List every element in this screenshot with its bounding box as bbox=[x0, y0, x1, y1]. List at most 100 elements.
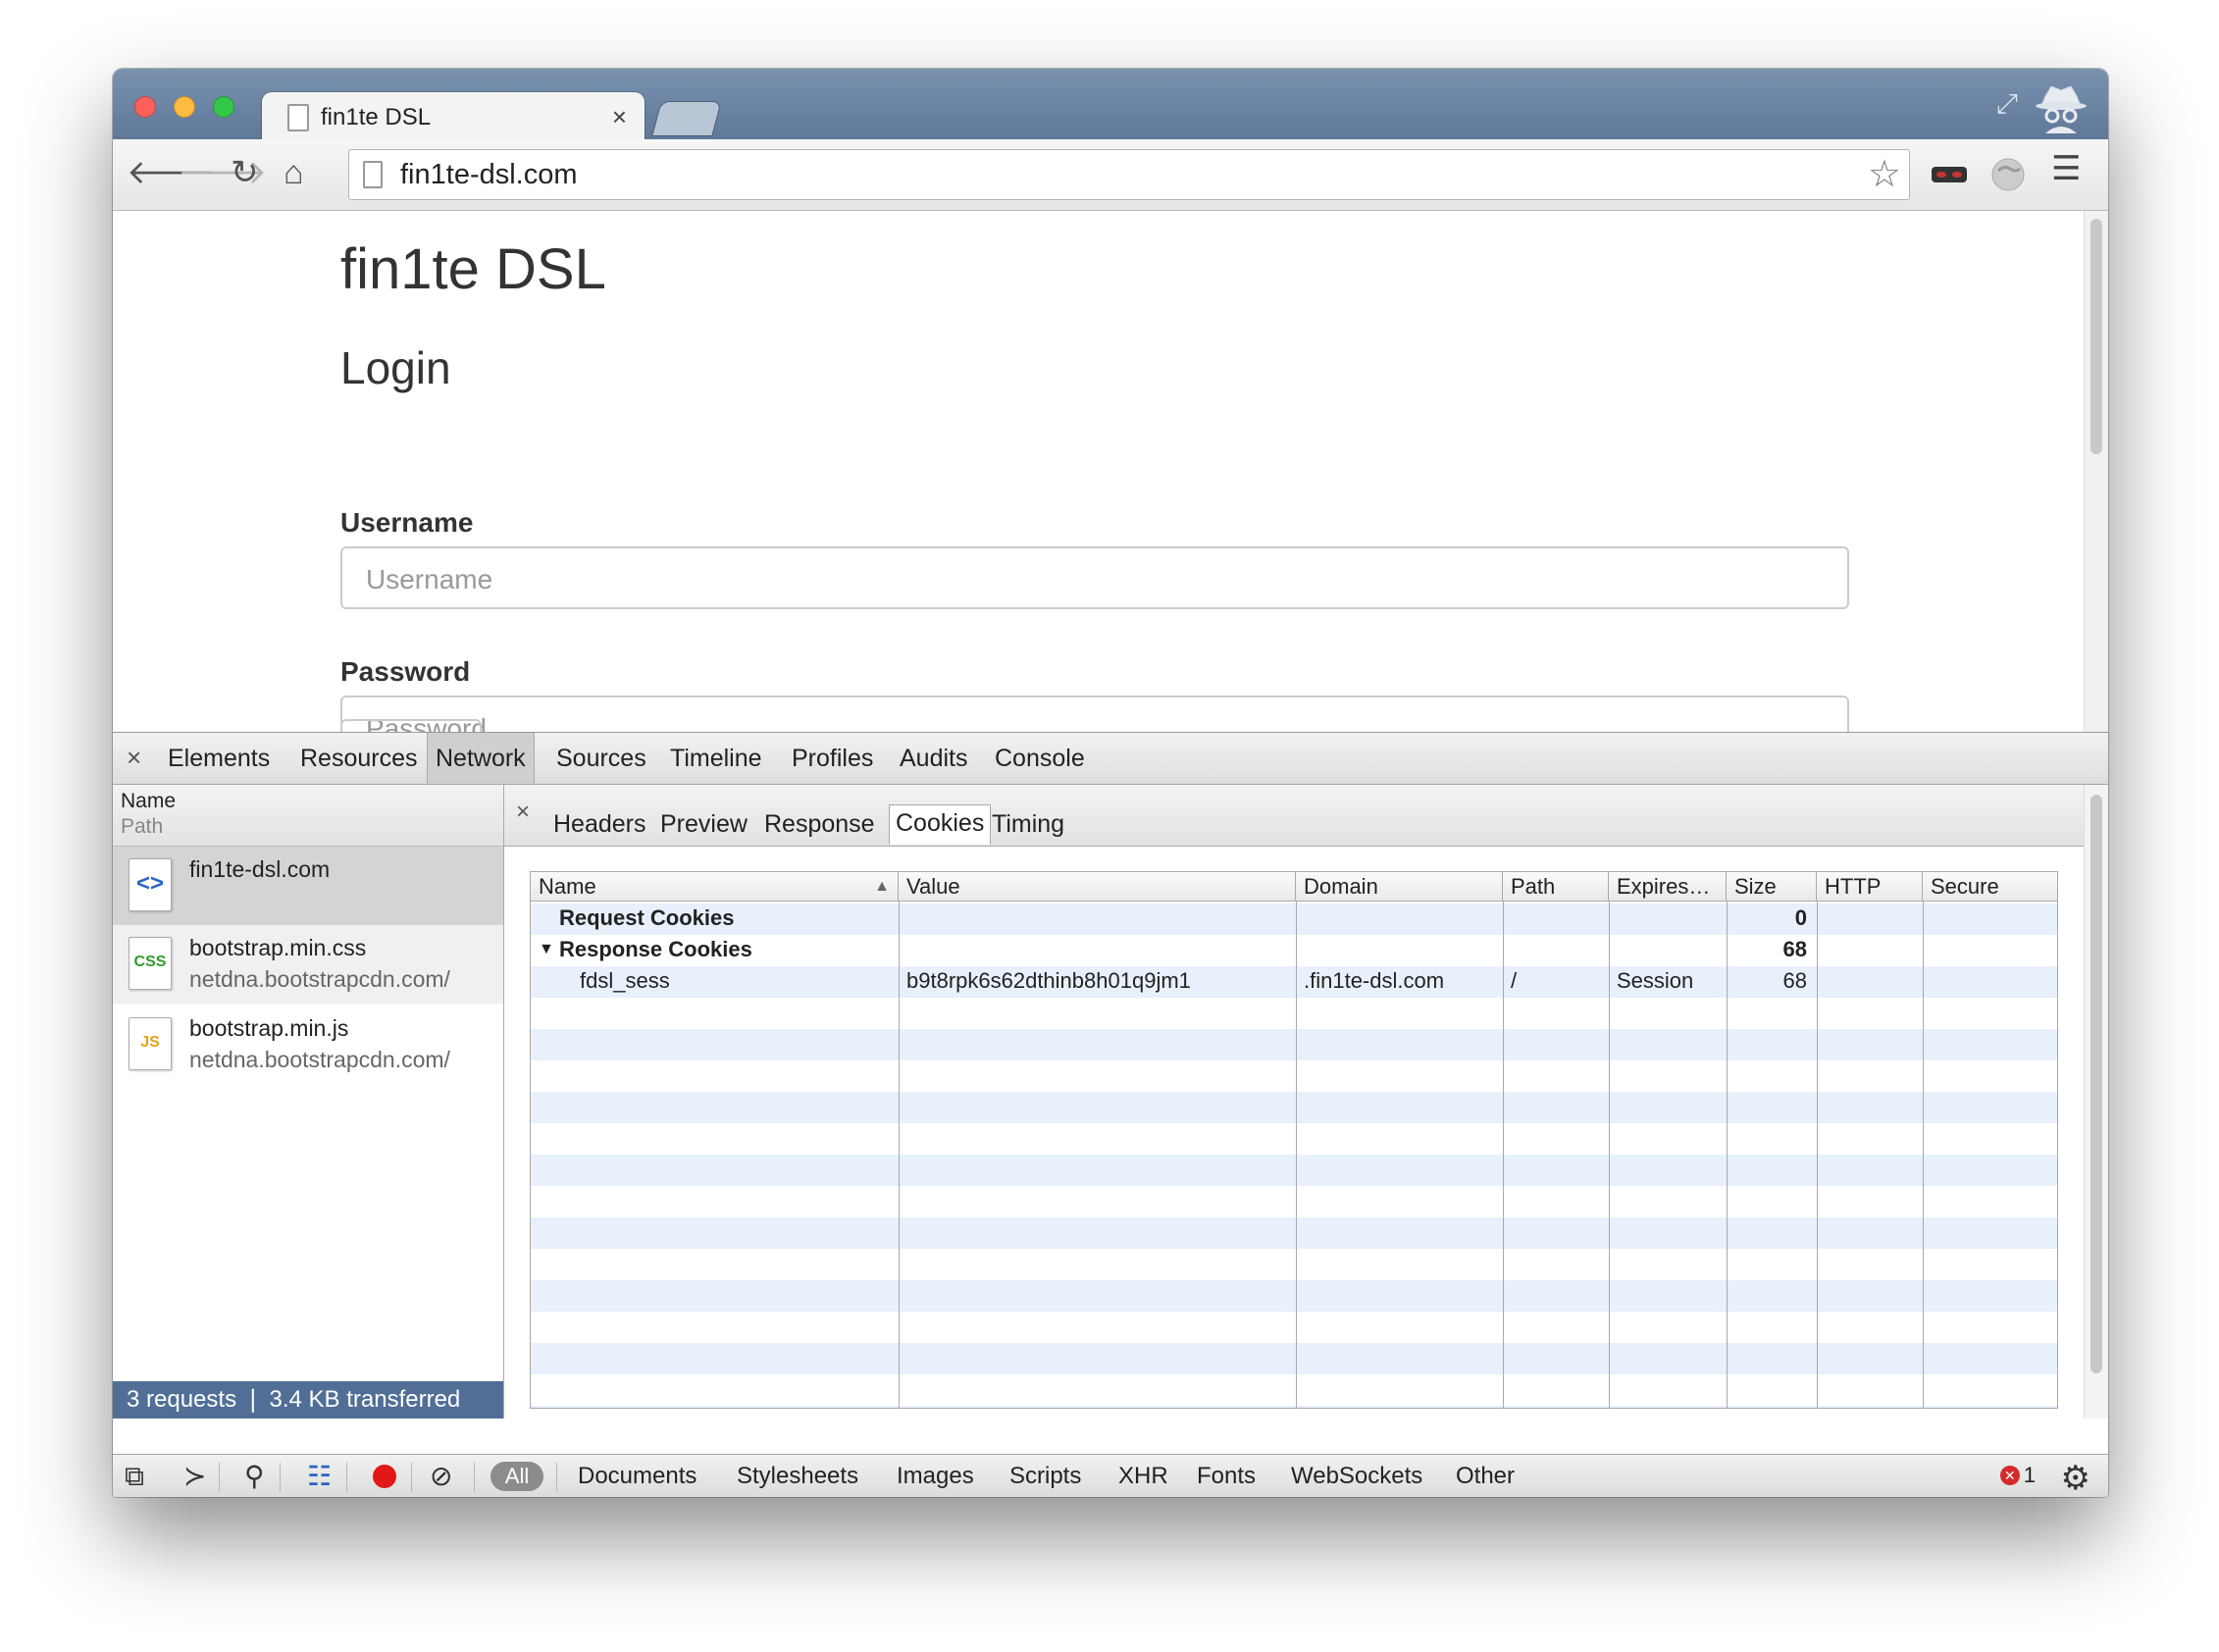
cookie-col-size[interactable]: Size bbox=[1727, 872, 1817, 902]
tab-profiles[interactable]: Profiles bbox=[784, 733, 881, 784]
address-bar[interactable]: fin1te-dsl.com ☆ bbox=[348, 149, 1910, 200]
cookie-col-name[interactable]: Name ▲ bbox=[531, 872, 899, 902]
devtools-tab-bar: × Elements Resources Network Sources Tim… bbox=[113, 733, 2108, 785]
tab-sources[interactable]: Sources bbox=[548, 733, 654, 784]
request-list-header[interactable]: Name Path bbox=[113, 785, 503, 847]
cookie-size[interactable]: 68 bbox=[1727, 965, 1807, 997]
tab-response[interactable]: Response bbox=[758, 806, 881, 842]
request-cookies-group[interactable]: Request Cookies bbox=[559, 903, 735, 934]
separator bbox=[556, 1463, 557, 1492]
column-divider bbox=[1609, 902, 1610, 1408]
fullscreen-icon[interactable]: ⤢ bbox=[1996, 88, 2018, 121]
separator bbox=[346, 1463, 347, 1492]
dock-icon[interactable]: ⧉ bbox=[125, 1461, 144, 1492]
new-tab-button[interactable] bbox=[652, 102, 721, 135]
column-divider bbox=[1503, 902, 1504, 1408]
username-label: Username bbox=[340, 507, 474, 538]
password-label: Password bbox=[340, 656, 471, 687]
css-file-icon: CSS bbox=[129, 937, 172, 990]
cookie-col-secure[interactable]: Secure bbox=[1923, 872, 2057, 902]
filter-all[interactable]: All bbox=[490, 1462, 543, 1491]
close-window-button[interactable] bbox=[134, 96, 156, 118]
login-button[interactable] bbox=[340, 719, 482, 732]
request-name: fin1te-dsl.com bbox=[189, 856, 331, 882]
minimize-window-button[interactable] bbox=[174, 96, 195, 118]
page-scroll-thumb[interactable] bbox=[2090, 219, 2102, 454]
name-column-header: Name bbox=[121, 790, 177, 812]
cookie-value[interactable]: b9t8rpk6s62dthinb8h01q9jm1 bbox=[906, 965, 1191, 997]
clear-icon[interactable]: ⊘ bbox=[430, 1461, 452, 1492]
web-page: fin1te DSL Login Username Username Passw… bbox=[113, 211, 2108, 732]
console-drawer-icon[interactable]: ≻ bbox=[183, 1461, 206, 1492]
tab-close-icon[interactable]: × bbox=[612, 102, 627, 132]
cookie-col-expires[interactable]: Expires… bbox=[1609, 872, 1727, 902]
record-icon[interactable] bbox=[373, 1465, 396, 1488]
error-count: 1 bbox=[2023, 1463, 2036, 1487]
filter-scripts[interactable]: Scripts bbox=[1009, 1461, 1081, 1492]
cookie-name[interactable]: fdsl_sess bbox=[580, 965, 670, 997]
filter-stylesheets[interactable]: Stylesheets bbox=[737, 1461, 858, 1492]
filter-other[interactable]: Other bbox=[1456, 1461, 1515, 1492]
response-cookies-group[interactable]: Response Cookies bbox=[559, 934, 752, 965]
reload-icon[interactable]: ↻ bbox=[231, 153, 259, 192]
detail-scrollbar[interactable] bbox=[2084, 785, 2108, 1419]
login-heading: Login bbox=[340, 342, 451, 393]
request-name: bootstrap.min.css bbox=[189, 935, 367, 960]
filter-websockets[interactable]: WebSockets bbox=[1291, 1461, 1422, 1492]
column-divider bbox=[1296, 902, 1297, 1408]
expand-triangle-icon[interactable]: ▼ bbox=[539, 934, 554, 965]
page-icon bbox=[287, 104, 309, 131]
mask-extension-icon[interactable] bbox=[1930, 163, 1969, 186]
tab-cookies[interactable]: Cookies bbox=[889, 804, 992, 845]
zoom-window-button[interactable] bbox=[213, 96, 234, 118]
filter-documents[interactable]: Documents bbox=[578, 1461, 697, 1492]
detail-close-icon[interactable]: × bbox=[516, 799, 530, 826]
devtools-close-icon[interactable]: × bbox=[127, 743, 141, 773]
column-divider bbox=[1923, 902, 1924, 1408]
detail-tab-bar: × Headers Preview Response Cookies Timin… bbox=[504, 785, 2108, 847]
cookie-col-path[interactable]: Path bbox=[1503, 872, 1609, 902]
tab-console[interactable]: Console bbox=[987, 733, 1093, 784]
error-count-badge[interactable]: ✕ 1 bbox=[1999, 1463, 2036, 1488]
tab-preview[interactable]: Preview bbox=[654, 806, 753, 842]
tab-headers[interactable]: Headers bbox=[547, 806, 652, 842]
filter-fonts[interactable]: Fonts bbox=[1197, 1461, 1256, 1492]
separator bbox=[411, 1463, 412, 1492]
password-input[interactable]: Password bbox=[340, 696, 1849, 732]
cookie-col-value[interactable]: Value bbox=[899, 872, 1296, 902]
filter-xhr[interactable]: XHR bbox=[1118, 1461, 1168, 1492]
sort-ascending-icon: ▲ bbox=[874, 878, 890, 895]
tab-timing[interactable]: Timing bbox=[986, 806, 1070, 842]
cookie-domain[interactable]: .fin1te-dsl.com bbox=[1304, 965, 1444, 997]
tab-timeline[interactable]: Timeline bbox=[662, 733, 770, 784]
search-icon[interactable]: ⚲ bbox=[244, 1461, 265, 1492]
detail-scroll-thumb[interactable] bbox=[2090, 795, 2102, 1373]
username-input[interactable]: Username bbox=[340, 546, 1849, 609]
bookmark-star-icon[interactable]: ☆ bbox=[1868, 152, 1901, 196]
cookie-col-http[interactable]: HTTP bbox=[1817, 872, 1923, 902]
globe-extension-icon[interactable] bbox=[1990, 157, 2026, 192]
cookie-col-domain[interactable]: Domain bbox=[1296, 872, 1503, 902]
home-icon[interactable]: ⌂ bbox=[284, 153, 304, 192]
cookie-expires[interactable]: Session bbox=[1617, 965, 1693, 997]
list-view-icon[interactable]: ☷ bbox=[307, 1461, 332, 1492]
tab-resources[interactable]: Resources bbox=[292, 733, 426, 784]
devtools-status-bar: ⧉ ≻ ⚲ ☷ ⊘ All Documents Stylesheets Imag… bbox=[113, 1454, 2108, 1497]
browser-tab[interactable]: fin1te DSL × bbox=[262, 92, 645, 141]
incognito-icon bbox=[2036, 85, 2087, 133]
tab-audits[interactable]: Audits bbox=[892, 733, 975, 784]
tab-network[interactable]: Network bbox=[427, 733, 535, 784]
settings-gear-icon[interactable]: ⚙ bbox=[2061, 1459, 2090, 1497]
request-row[interactable]: JS bootstrap.min.js netdna.bootstrapcdn.… bbox=[113, 1006, 503, 1084]
cookie-path[interactable]: / bbox=[1511, 965, 1517, 997]
js-file-icon: JS bbox=[129, 1017, 172, 1070]
url-text: fin1te-dsl.com bbox=[400, 159, 578, 190]
menu-icon[interactable]: ☰ bbox=[2051, 149, 2081, 188]
tab-elements[interactable]: Elements bbox=[160, 733, 278, 784]
devtools-panel: × Elements Resources Network Sources Tim… bbox=[113, 732, 2108, 1497]
request-row[interactable]: CSS bootstrap.min.css netdna.bootstrapcd… bbox=[113, 925, 503, 1004]
html-file-icon: <> bbox=[129, 858, 172, 911]
filter-images[interactable]: Images bbox=[897, 1461, 974, 1492]
page-scrollbar[interactable] bbox=[2084, 211, 2108, 732]
request-row[interactable]: <> fin1te-dsl.com bbox=[113, 847, 503, 925]
